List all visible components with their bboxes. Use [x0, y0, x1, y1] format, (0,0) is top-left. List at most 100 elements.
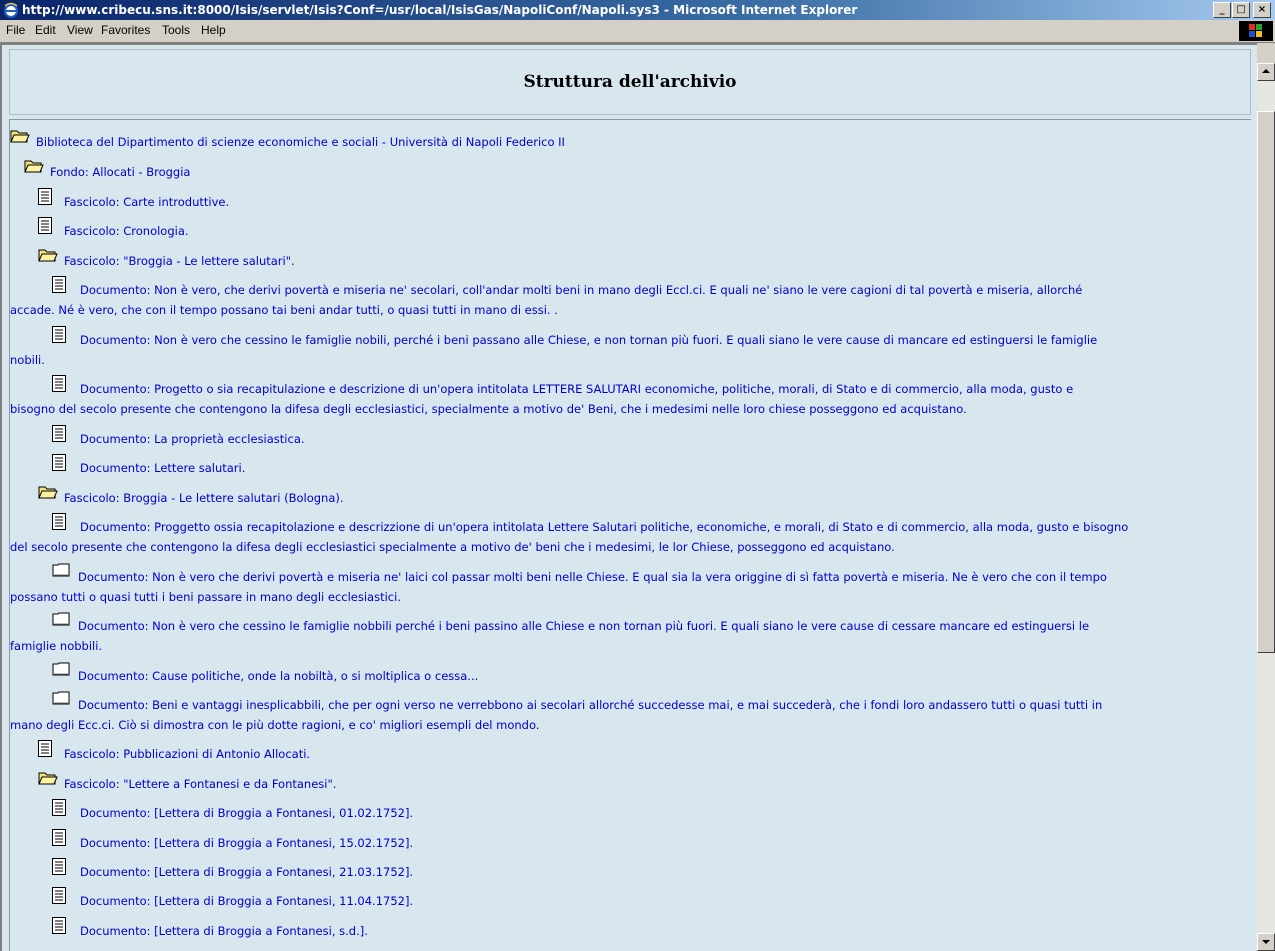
tree-node[interactable]: Documento: [Lettera di Broggia a Fontane…	[52, 917, 1235, 941]
tree-node-label[interactable]: famiglie nobbili.	[10, 636, 1235, 656]
close-button[interactable]: ×	[1253, 2, 1271, 18]
document-icon[interactable]	[52, 326, 66, 349]
tree-node[interactable]: Documento: Non è vero che cessino le fam…	[10, 612, 1235, 656]
tree-node-label[interactable]: Documento: Non è vero che cessino le fam…	[80, 330, 1235, 350]
tree-node-label[interactable]: Fascicolo: Pubblicazioni di Antonio Allo…	[64, 744, 1235, 764]
tree-node[interactable]: Documento: [Lettera di Broggia a Fontane…	[52, 887, 1235, 911]
page-title: Struttura dell'archivio	[523, 72, 737, 92]
tree-node-label[interactable]: mano degli Ecc.ci. Ciò si dimostra con l…	[10, 715, 1235, 735]
folder-open-icon[interactable]	[24, 158, 44, 180]
tree-node-label[interactable]: Documento: [Lettera di Broggia a Fontane…	[80, 921, 1235, 941]
vertical-scrollbar[interactable]	[1257, 63, 1275, 951]
document-icon[interactable]	[38, 740, 52, 763]
document-icon[interactable]	[52, 276, 66, 299]
document-icon[interactable]	[52, 917, 66, 940]
tree-node-label[interactable]: Fondo: Allocati - Broggia	[50, 162, 1235, 182]
tree-node[interactable]: Fascicolo: "Lettere a Fontanesi e da Fon…	[38, 772, 1235, 794]
page-header-frame: Struttura dell'archivio	[9, 49, 1251, 115]
maximize-button[interactable]: □	[1232, 2, 1250, 18]
document-icon[interactable]	[52, 513, 66, 536]
arrow-down-icon	[1262, 940, 1270, 944]
tree-node[interactable]: Fascicolo: Carte introduttive.	[38, 188, 1235, 212]
tree-node-label[interactable]: Documento: Non è vero, che derivi povert…	[80, 280, 1235, 300]
tree-node-label[interactable]: possano tutti o quasi tutti i beni passa…	[10, 587, 1235, 607]
scroll-down-button[interactable]	[1257, 933, 1275, 951]
document-icon[interactable]	[52, 887, 66, 910]
tree-node[interactable]: Documento: Non è vero che cessino le fam…	[10, 326, 1235, 370]
tree-node-label[interactable]: Documento: Non è vero che cessino le fam…	[78, 616, 1235, 636]
tree-node[interactable]: Documento: [Lettera di Broggia a Fontane…	[52, 829, 1235, 853]
document-icon[interactable]	[52, 799, 66, 822]
tree-node[interactable]: Documento: Cause politiche, onde la nobi…	[52, 662, 1235, 686]
tree-node-label[interactable]: del secolo presente che contengono la di…	[10, 537, 1235, 557]
tree-node-label[interactable]: Documento: Progetto o sia recapitulazion…	[80, 379, 1235, 399]
menu-tools[interactable]: Tools	[162, 23, 190, 37]
tree-node[interactable]: Fondo: Allocati - Broggia	[24, 160, 1235, 182]
tree-node-label[interactable]: Documento: Cause politiche, onde la nobi…	[78, 666, 1235, 686]
folder-open-icon[interactable]	[38, 484, 58, 506]
tree-node-label[interactable]: Documento: [Lettera di Broggia a Fontane…	[80, 803, 1235, 823]
tree-node-label[interactable]: Fascicolo: Cronologia.	[64, 221, 1235, 241]
tree-node[interactable]: Fascicolo: Pubblicazioni di Antonio Allo…	[38, 740, 1235, 764]
tree-node[interactable]: Fascicolo: Broggia - Le lettere salutari…	[38, 486, 1235, 508]
window-title: http://www.cribecu.sns.it:8000/Isis/serv…	[22, 3, 858, 17]
document-icon[interactable]	[38, 188, 52, 211]
tree-node-label[interactable]: Documento: [Lettera di Broggia a Fontane…	[80, 891, 1235, 911]
tree-node[interactable]: Documento: Non è vero, che derivi povert…	[10, 276, 1235, 320]
ie-icon	[4, 2, 18, 18]
tree-node-label[interactable]: Documento: [Lettera di Broggia a Fontane…	[80, 833, 1235, 853]
page-viewport: Struttura dell'archivio Biblioteca del D…	[0, 43, 1257, 951]
minimize-button[interactable]: _	[1213, 2, 1231, 18]
tree-node-label[interactable]: Documento: Lettere salutari.	[80, 458, 1235, 478]
folder-open-icon[interactable]	[38, 247, 58, 269]
tree-node-label[interactable]: Biblioteca del Dipartimento di scienze e…	[36, 132, 1235, 152]
empty-doc-icon[interactable]	[52, 662, 70, 682]
tree-node-label[interactable]: Documento: Beni e vantaggi inesplicabbil…	[78, 695, 1235, 715]
tree-node[interactable]: Documento: [Lettera di Broggia a Fontane…	[52, 799, 1235, 823]
menu-file[interactable]: File	[6, 23, 25, 37]
tree-node[interactable]: Documento: Progetto o sia recapitulazion…	[10, 375, 1235, 419]
tree-node-label[interactable]: nobili.	[10, 350, 1235, 370]
tree-node[interactable]: Documento: Non è vero che derivi povertà…	[10, 563, 1235, 607]
archive-tree-frame: Biblioteca del Dipartimento di scienze e…	[9, 119, 1251, 951]
tree-node-label[interactable]: Fascicolo: "Lettere a Fontanesi e da Fon…	[64, 774, 1235, 794]
document-icon[interactable]	[52, 425, 66, 448]
tree-node[interactable]: Fascicolo: Cronologia.	[38, 217, 1235, 241]
tree-node-label[interactable]: Fascicolo: "Broggia - Le lettere salutar…	[64, 251, 1235, 271]
tree-node[interactable]: Fascicolo: "Broggia - Le lettere salutar…	[38, 249, 1235, 271]
document-icon[interactable]	[52, 829, 66, 852]
tree-node-label[interactable]: Fascicolo: Broggia - Le lettere salutari…	[64, 488, 1235, 508]
tree-node-label[interactable]: bisogno del secolo presente che contengo…	[10, 399, 1235, 419]
tree-node[interactable]: Documento: Proggetto ossia recapitolazio…	[10, 513, 1235, 557]
empty-doc-icon[interactable]	[52, 691, 70, 711]
tree-node[interactable]: Documento: Beni e vantaggi inesplicabbil…	[10, 691, 1235, 735]
tree-node[interactable]: Documento: La proprietà ecclesiastica.	[52, 425, 1235, 449]
document-icon[interactable]	[38, 217, 52, 240]
tree-node[interactable]: Documento: Lettere salutari.	[52, 454, 1235, 478]
tree-node[interactable]: Documento: [Lettera di Broggia a Fontane…	[52, 858, 1235, 882]
folder-open-icon[interactable]	[10, 128, 30, 150]
window-title-bar[interactable]: http://www.cribecu.sns.it:8000/Isis/serv…	[0, 0, 1275, 20]
menu-bar: File Edit View Favorites Tools Help	[0, 20, 1275, 43]
folder-open-icon[interactable]	[38, 770, 58, 792]
tree-node-label[interactable]: Documento: [Lettera di Broggia a Fontane…	[80, 862, 1235, 882]
tree-node-label[interactable]: Documento: Non è vero che derivi povertà…	[78, 567, 1235, 587]
tree-node-label[interactable]: Documento: La proprietà ecclesiastica.	[80, 429, 1235, 449]
scroll-thumb[interactable]	[1257, 111, 1275, 653]
document-icon[interactable]	[52, 858, 66, 881]
tree-node[interactable]: Biblioteca del Dipartimento di scienze e…	[10, 130, 1235, 152]
menu-view[interactable]: View	[67, 23, 93, 37]
tree-node-label[interactable]: accade. Né è vero, che con il tempo poss…	[10, 300, 1235, 320]
menu-favorites[interactable]: Favorites	[101, 23, 150, 37]
empty-doc-icon[interactable]	[52, 612, 70, 632]
windows-logo-icon	[1249, 24, 1262, 37]
empty-doc-icon[interactable]	[52, 563, 70, 583]
document-icon[interactable]	[52, 375, 66, 398]
menu-help[interactable]: Help	[201, 23, 226, 37]
menu-edit[interactable]: Edit	[35, 23, 56, 37]
document-icon[interactable]	[52, 454, 66, 477]
windows-logo-throbber	[1239, 21, 1273, 41]
scroll-up-button[interactable]	[1257, 63, 1275, 81]
tree-node-label[interactable]: Documento: Proggetto ossia recapitolazio…	[80, 517, 1235, 537]
tree-node-label[interactable]: Fascicolo: Carte introduttive.	[64, 192, 1235, 212]
